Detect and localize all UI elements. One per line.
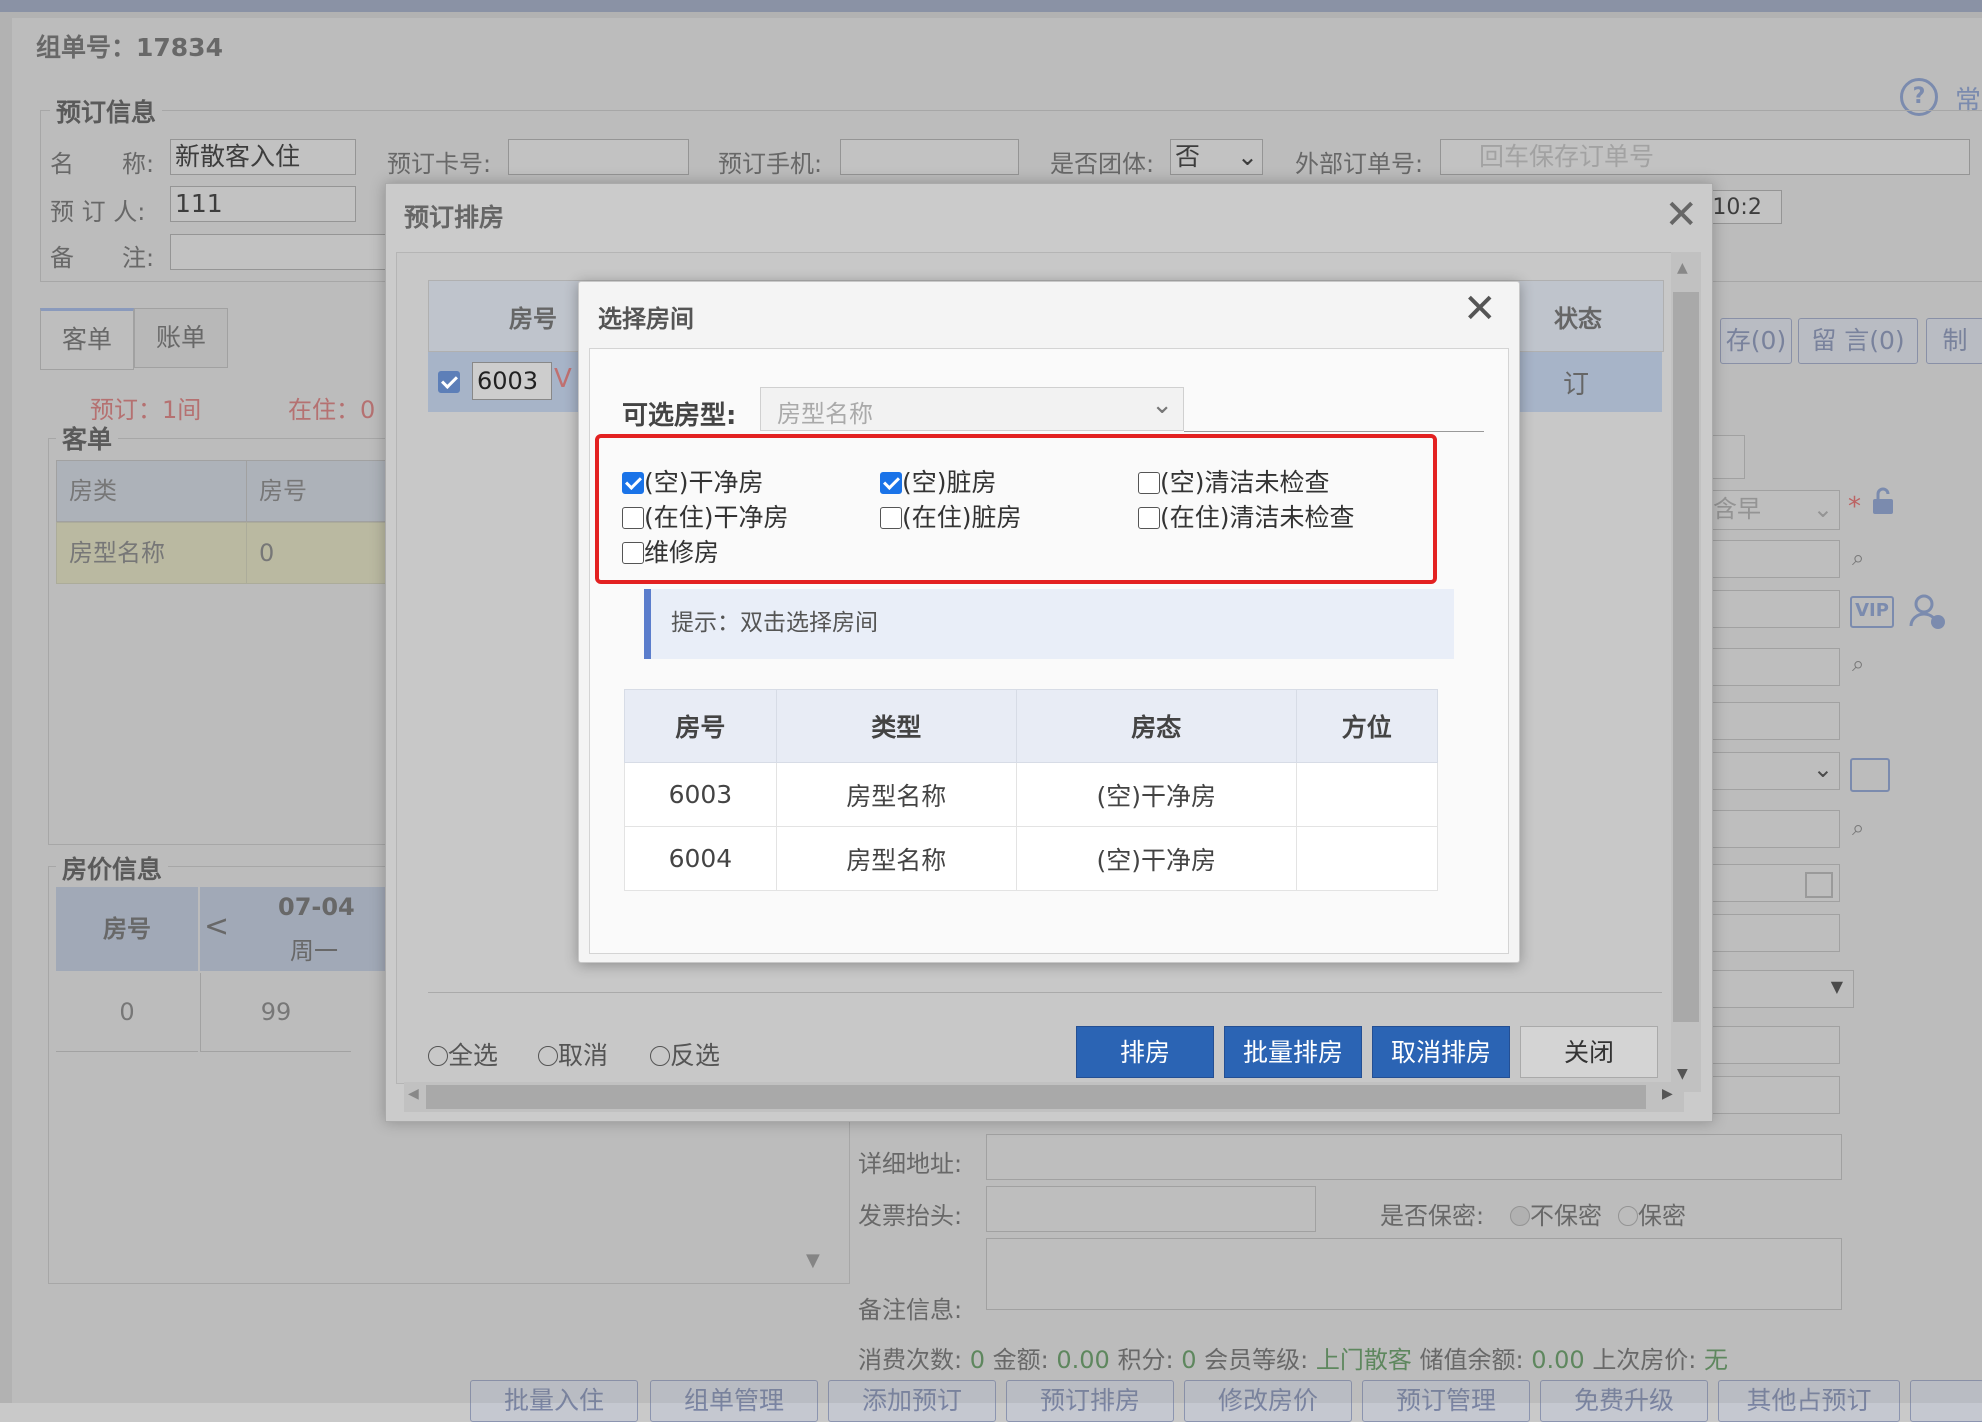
vertical-scrollbar[interactable]: ▲ ▼ xyxy=(1671,252,1701,1092)
scroll-up-icon[interactable]: ▲ xyxy=(1677,260,1688,276)
cancel-select-option[interactable]: 取消 xyxy=(538,1036,608,1072)
header-room-no: 房号 xyxy=(624,689,777,763)
cell-type[interactable]: 房型名称 xyxy=(775,762,1017,827)
scroll-down-icon[interactable]: ▼ xyxy=(1677,1066,1688,1082)
batch-arrange-button[interactable]: 批量排房 xyxy=(1224,1026,1362,1078)
chevron-down-icon: ⌄ xyxy=(1151,390,1173,420)
cell-type[interactable]: 房型名称 xyxy=(775,826,1017,891)
arrange-row-room[interactable]: 6003 xyxy=(472,362,552,400)
header-position: 方位 xyxy=(1295,689,1439,763)
select-all-label: 全选 xyxy=(448,1041,499,1070)
arrange-header-room: 房号 xyxy=(509,305,557,333)
close-icon[interactable]: ✕ xyxy=(1664,192,1698,238)
arrange-row-fragment: V xyxy=(554,364,572,394)
cell-position[interactable] xyxy=(1295,826,1439,891)
arrange-row-status: 订 xyxy=(1563,370,1590,400)
select-all-option[interactable]: 全选 xyxy=(428,1036,498,1072)
highlight-box xyxy=(595,434,1437,584)
room-table-header: 房号 类型 房态 方位 xyxy=(624,689,1439,763)
invert-select-option[interactable]: 反选 xyxy=(650,1036,720,1072)
cell-status[interactable]: (空)干净房 xyxy=(1015,762,1297,827)
scroll-thumb-h[interactable] xyxy=(426,1085,1646,1109)
cell-room-no[interactable]: 6003 xyxy=(624,762,777,827)
scroll-right-icon[interactable]: ▶ xyxy=(1662,1086,1673,1102)
scroll-thumb[interactable] xyxy=(1673,292,1699,1022)
close-icon[interactable]: ✕ xyxy=(1463,286,1497,332)
header-status: 房态 xyxy=(1015,689,1297,763)
divider xyxy=(428,992,1662,993)
cancel-select-label: 取消 xyxy=(558,1041,609,1070)
select-dialog-title: 选择房间 xyxy=(598,305,694,333)
radio-icon xyxy=(538,1046,558,1066)
room-type-select[interactable]: 房型名称 ⌄ xyxy=(760,387,1184,431)
scroll-left-icon[interactable]: ◀ xyxy=(408,1086,419,1102)
room-table: 房号 类型 房态 方位 6003 房型名称 (空)干净房 6004 房型名称 (… xyxy=(624,689,1439,891)
arrange-button[interactable]: 排房 xyxy=(1076,1026,1214,1078)
room-type-placeholder: 房型名称 xyxy=(777,400,873,428)
hint-box: 提示：双击选择房间 xyxy=(644,589,1454,659)
cancel-arrange-button[interactable]: 取消排房 xyxy=(1372,1026,1510,1078)
arrange-header-status: 状态 xyxy=(1554,305,1602,333)
invert-select-label: 反选 xyxy=(670,1041,721,1070)
row-checkbox[interactable] xyxy=(438,371,460,393)
cell-room-no[interactable]: 6004 xyxy=(624,826,777,891)
radio-icon xyxy=(428,1046,448,1066)
close-button[interactable]: 关闭 xyxy=(1520,1026,1658,1078)
cell-status[interactable]: (空)干净房 xyxy=(1015,826,1297,891)
header-type: 类型 xyxy=(775,689,1017,763)
table-row[interactable]: 6003 房型名称 (空)干净房 xyxy=(624,762,1439,827)
select-room-dialog: 选择房间 ✕ 可选房型: 房型名称 ⌄ (空)干净房 (空)脏房 (空)清洁未检… xyxy=(578,281,1520,963)
radio-icon xyxy=(650,1046,670,1066)
table-row[interactable]: 6004 房型名称 (空)干净房 xyxy=(624,826,1439,891)
horizontal-scrollbar[interactable]: ◀ ▶ xyxy=(404,1082,1684,1112)
cell-position[interactable] xyxy=(1295,762,1439,827)
room-type-label: 可选房型: xyxy=(622,401,737,431)
type-underline xyxy=(1184,431,1484,432)
arrange-dialog-title: 预订排房 xyxy=(404,203,505,232)
